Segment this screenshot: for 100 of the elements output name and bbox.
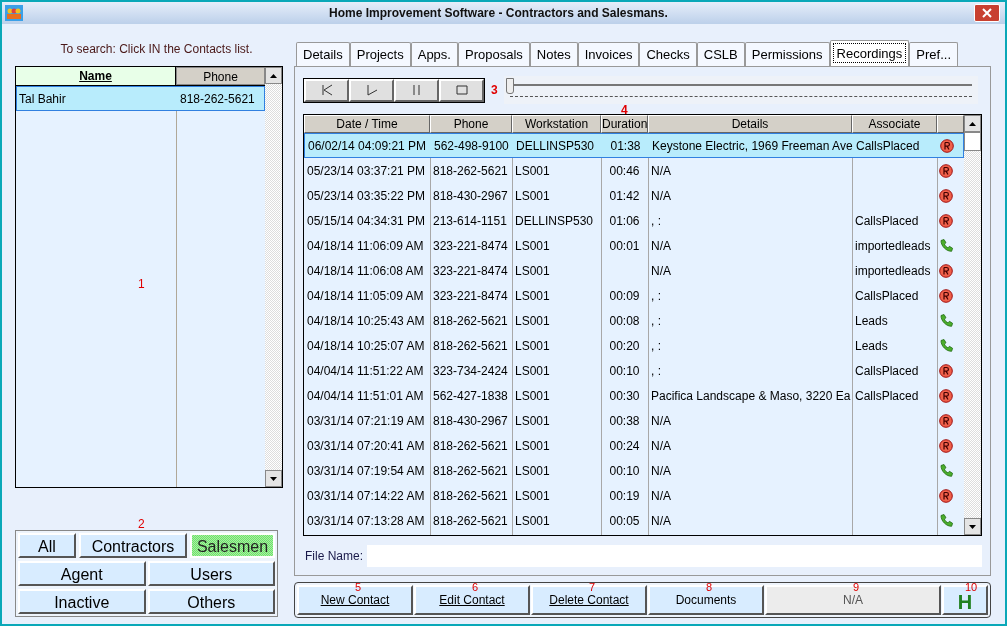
recording-row[interactable]: 04/18/14 11:05:09 AM 323-221-8474 LS001 00:09 , : CallsPlaced xyxy=(304,283,964,308)
filter-button[interactable]: Users xyxy=(147,561,275,586)
filter-button[interactable]: All xyxy=(18,533,76,558)
play-button[interactable] xyxy=(349,78,394,102)
filter-button[interactable]: Contractors xyxy=(79,533,187,558)
table-cell: 00:38 xyxy=(609,413,640,428)
scroll-down-arrow-icon xyxy=(270,476,277,481)
table-cell: LS001 xyxy=(515,363,550,378)
filter-button[interactable]: Others xyxy=(147,589,275,614)
tab[interactable]: Checks xyxy=(639,42,697,66)
table-cell: LS001 xyxy=(515,513,550,528)
table-cell: , : xyxy=(651,363,661,378)
recording-row[interactable]: 05/23/14 03:35:22 PM 818-430-2967 LS001 01:42 N/A xyxy=(304,183,964,208)
status-button[interactable]: N/A 9 xyxy=(765,585,941,615)
recording-row[interactable]: 05/15/14 04:34:31 PM 213-614-1151 DELLINSP530 01:06 , : CallsPlaced xyxy=(304,208,964,233)
scrollbar[interactable] xyxy=(964,115,981,535)
recording-row[interactable]: 03/31/14 07:20:41 AM 818-262-5621 LS001 00:24 N/A xyxy=(304,433,964,458)
column-header[interactable]: Name xyxy=(16,67,176,85)
table-cell: N/A xyxy=(651,238,671,253)
table-cell: 03/31/14 07:13:28 AM xyxy=(307,513,425,528)
annotation-number: 8 xyxy=(706,582,713,593)
table-cell: importedleads xyxy=(855,263,931,278)
column-header[interactable]: Phone xyxy=(430,115,512,133)
table-cell: CallsPlaced xyxy=(855,363,919,378)
tab[interactable]: CSLB xyxy=(696,42,745,66)
table-cell: LS001 xyxy=(515,338,550,353)
scroll-up-button[interactable] xyxy=(265,67,282,84)
pause-button[interactable] xyxy=(394,78,439,102)
recording-row[interactable]: 05/23/14 03:37:21 PM 818-262-5621 LS001 00:46 N/A xyxy=(304,158,964,183)
table-cell: 818-262-5621 xyxy=(433,463,508,478)
action-button[interactable]: Delete Contact 7 xyxy=(531,585,647,615)
tab[interactable]: Apps. xyxy=(410,42,458,66)
scroll-down-button[interactable] xyxy=(265,470,282,487)
tab[interactable]: Pref... xyxy=(909,42,959,66)
recording-row[interactable]: 04/18/14 11:06:09 AM 323-221-8474 LS001 00:01 N/A importedleads xyxy=(304,233,964,258)
tab[interactable]: Permissions xyxy=(744,42,830,66)
scrollbar[interactable] xyxy=(265,67,282,487)
rewind-button[interactable] xyxy=(304,78,349,102)
table-cell: LS001 xyxy=(515,313,550,328)
table-cell: , : xyxy=(651,288,661,303)
table-cell: 00:20 xyxy=(609,338,640,353)
table-cell: 818-262-5621 xyxy=(433,313,508,328)
table-cell-text: 818-262-5621 xyxy=(179,90,255,108)
tab[interactable]: Notes xyxy=(529,42,578,66)
table-cell: LS001 xyxy=(515,188,550,203)
recording-row[interactable]: 03/31/14 07:14:22 AM 818-262-5621 LS001 00:19 N/A xyxy=(304,483,964,508)
filter-button[interactable]: Agent xyxy=(18,561,146,586)
filter-button[interactable]: Inactive xyxy=(18,589,146,614)
table-cell: 818-262-5621 xyxy=(433,338,508,353)
table-cell: 00:09 xyxy=(609,288,640,303)
contact-row[interactable]: Tal Bahir 818-262-5621 xyxy=(16,86,265,111)
tab[interactable]: Projects xyxy=(349,42,411,66)
column-header[interactable]: Associate xyxy=(852,115,937,133)
action-button[interactable]: New Contact 5 xyxy=(297,585,413,615)
scroll-up-button[interactable] xyxy=(964,115,981,132)
table-cell: 213-614-1151 xyxy=(433,213,507,228)
slider-thumb[interactable] xyxy=(505,78,514,94)
recording-row[interactable]: 04/18/14 10:25:07 AM 818-262-5621 LS001 00:20 , : Leads xyxy=(304,333,964,358)
table-cell: 00:19 xyxy=(609,488,640,503)
scroll-thumb[interactable] xyxy=(964,132,981,151)
table-cell: N/A xyxy=(651,513,671,528)
close-button[interactable] xyxy=(974,4,1000,22)
action-button[interactable]: Edit Contact 6 xyxy=(414,585,530,615)
table-cell: CallsPlaced xyxy=(855,213,919,228)
help-button[interactable]: H 10 xyxy=(942,585,988,615)
recording-row[interactable]: 04/18/14 11:06:08 AM 323-221-8474 LS001 N/A importedleads xyxy=(304,258,964,283)
column-header[interactable] xyxy=(937,115,964,133)
recording-row[interactable]: 03/31/14 07:13:28 AM 818-262-5621 LS001 00:05 N/A xyxy=(304,508,964,533)
table-cell: LS001 xyxy=(515,288,550,303)
table-cell: 04/18/14 11:06:08 AM xyxy=(307,263,424,278)
recording-row[interactable]: 04/18/14 10:25:43 AM 818-262-5621 LS001 00:08 , : Leads xyxy=(304,308,964,333)
column-header[interactable]: Phone xyxy=(176,67,265,85)
tab[interactable]: Details xyxy=(296,42,350,66)
table-cell: 323-221-8474 xyxy=(433,238,508,253)
column-header[interactable]: Duration xyxy=(601,115,648,133)
filter-button[interactable]: Salesmen xyxy=(190,533,275,558)
stop-button[interactable] xyxy=(439,78,484,102)
scroll-down-button[interactable] xyxy=(964,518,981,535)
annotation-number: 3 xyxy=(491,82,498,99)
annotation-number: 6 xyxy=(472,582,479,593)
table-cell: , : xyxy=(651,213,661,228)
seek-slider[interactable] xyxy=(503,76,978,104)
annotation-number: 7 xyxy=(589,582,596,593)
recording-row[interactable]: 06/02/14 04:09:21 PM 562-498-9100 DELLINSP530 01:38 Keystone Electric, 1969 Freeman Ave CallsPlaced xyxy=(304,133,964,158)
recording-row[interactable]: 03/31/14 07:19:54 AM 818-262-5621 LS001 00:10 N/A xyxy=(304,458,964,483)
tab[interactable]: Recordings xyxy=(829,40,910,66)
recording-row[interactable]: 04/04/14 11:51:22 AM 323-734-2424 LS001 00:10 , : CallsPlaced xyxy=(304,358,964,383)
column-header[interactable]: Date / Time xyxy=(304,115,430,133)
column-header[interactable]: Details xyxy=(648,115,852,133)
column-header[interactable]: Workstation xyxy=(512,115,601,133)
table-cell: N/A xyxy=(651,463,671,478)
recording-row[interactable]: 03/31/14 07:21:19 AM 818-430-2967 LS001 00:38 N/A xyxy=(304,408,964,433)
annotation-number: 9 xyxy=(853,582,860,593)
action-button[interactable]: Documents 8 xyxy=(648,585,764,615)
tab[interactable]: Invoices xyxy=(577,42,640,66)
table-cell: 818-262-5621 xyxy=(433,438,508,453)
tab[interactable]: Proposals xyxy=(457,42,530,66)
recording-row[interactable]: 04/04/14 11:51:01 AM 562-427-1838 LS001 00:30 Pacifica Landscape & Maso, 3220 Ea CallsPlaced xyxy=(304,383,964,408)
scroll-down-arrow-icon xyxy=(969,524,976,529)
table-cell: LS001 xyxy=(515,438,550,453)
